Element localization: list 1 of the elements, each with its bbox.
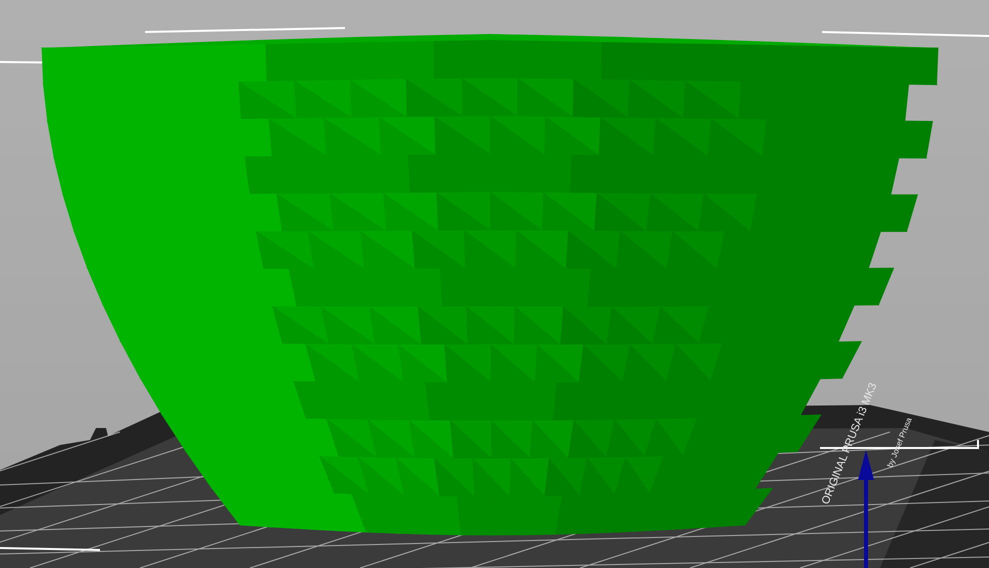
- bed-label: by Josef Prusa: [886, 416, 914, 469]
